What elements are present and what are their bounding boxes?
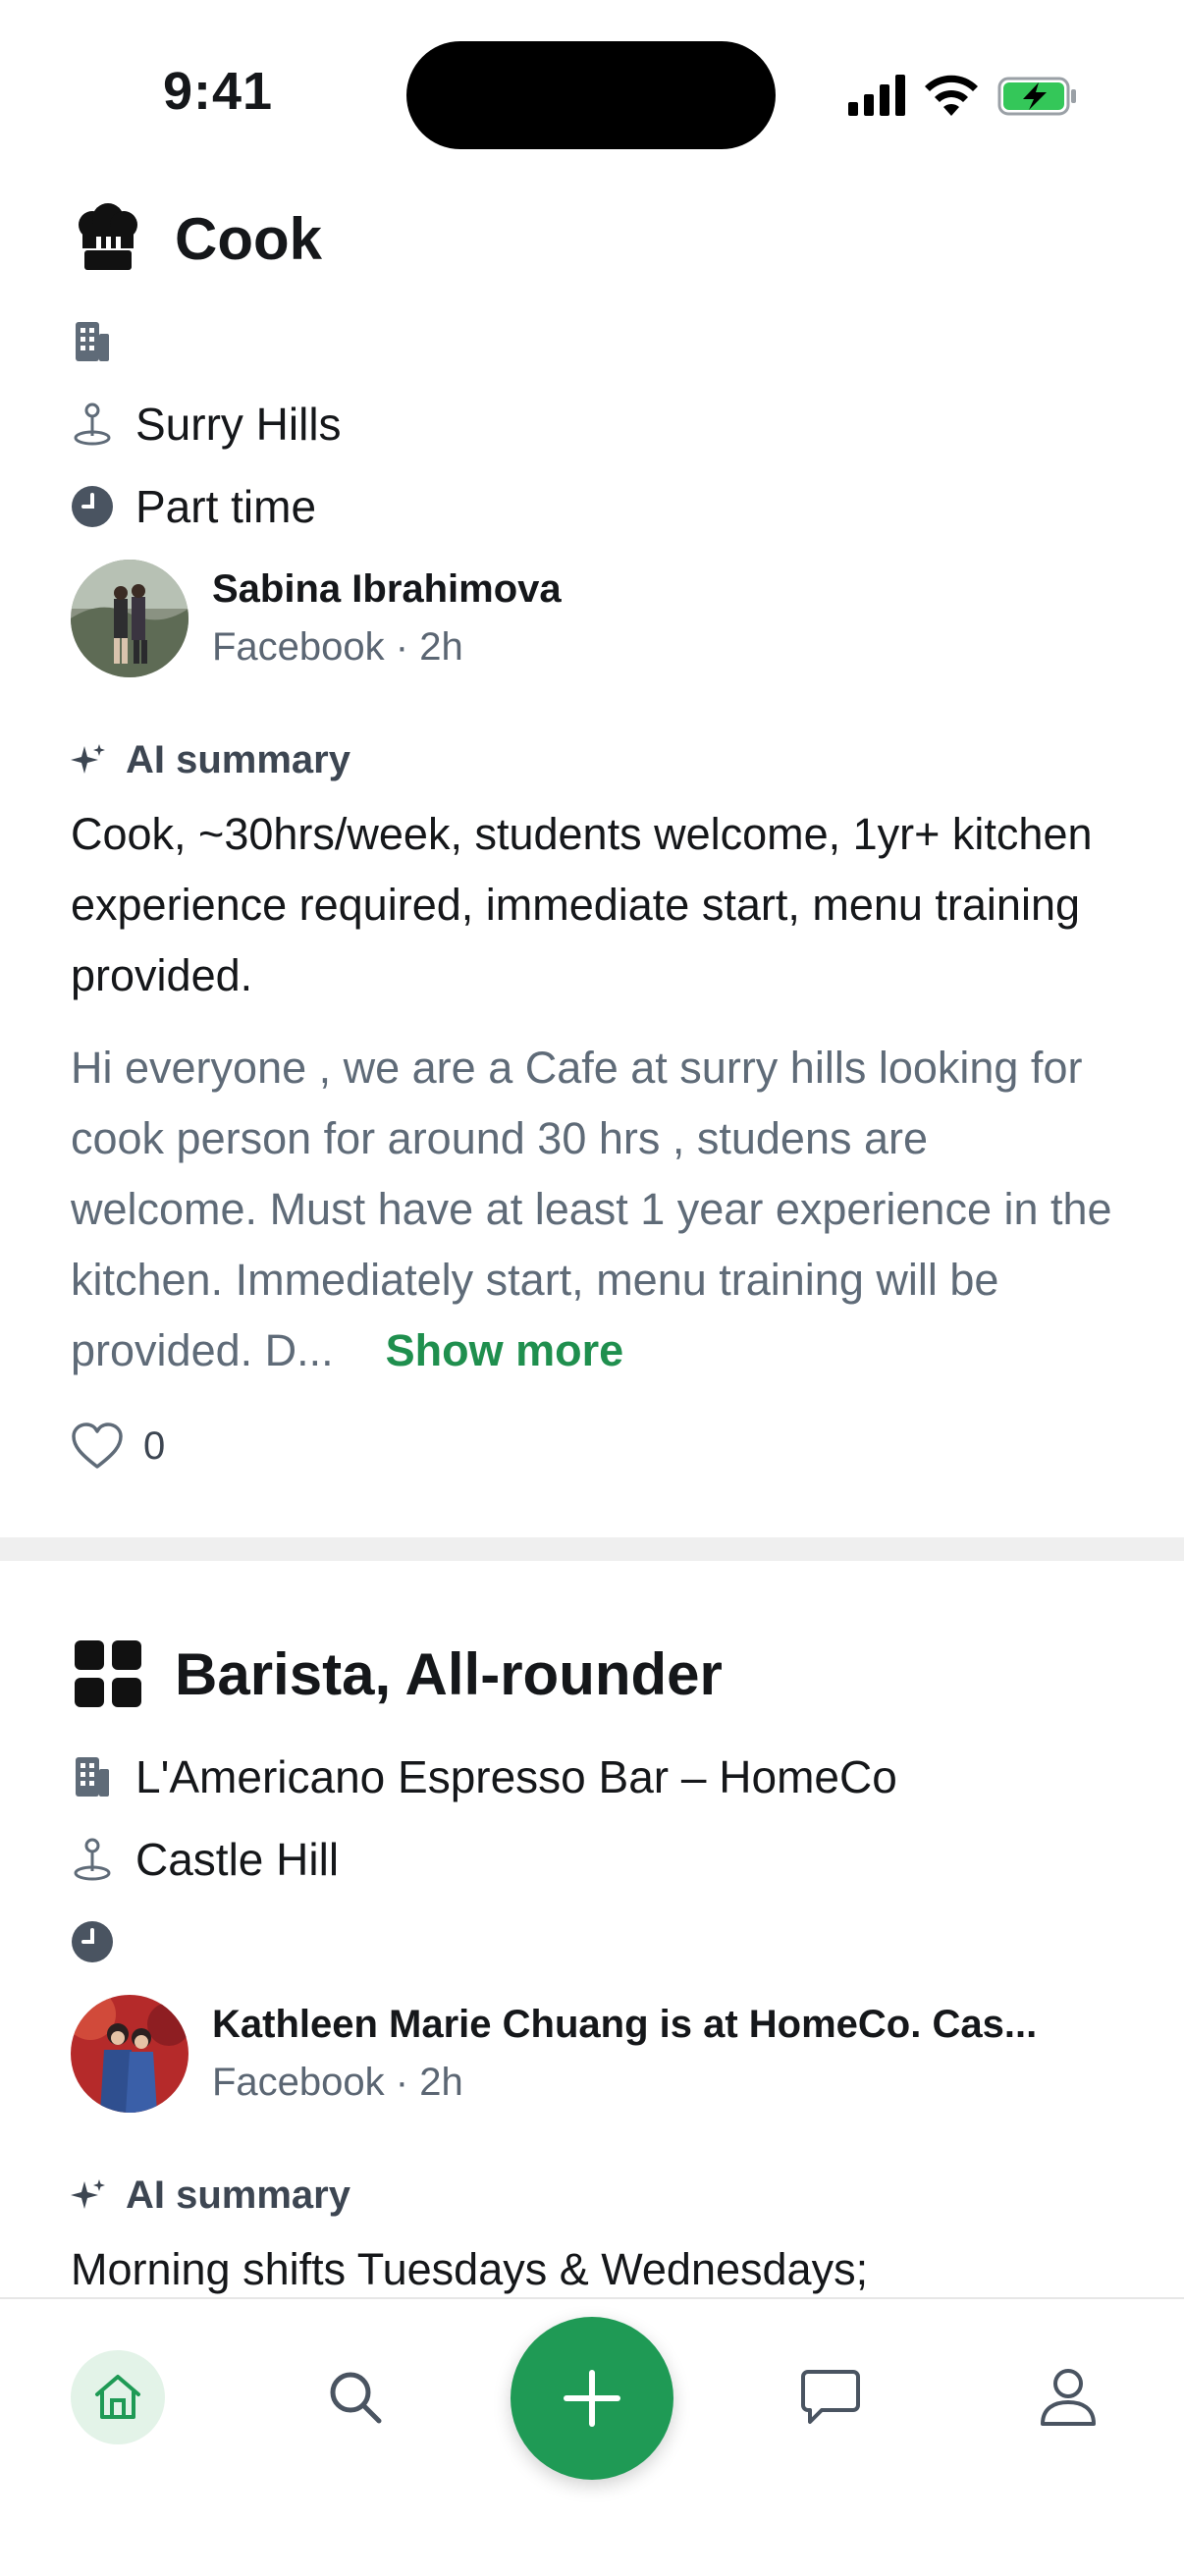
company-row [71, 300, 1113, 383]
location-text: Surry Hills [135, 399, 342, 450]
building-icon [71, 1755, 114, 1798]
plus-icon [564, 2370, 620, 2427]
dynamic-island [406, 41, 776, 149]
author-row[interactable]: Sabina Ibrahimova Facebook · 2h [71, 558, 1113, 679]
ai-summary-label: AI summary [126, 737, 350, 781]
home-icon [95, 2375, 140, 2419]
like-row: 0 [71, 1412, 1113, 1480]
status-bar: 9:41 [0, 0, 1184, 177]
post-body: Hi everyone , we are a Cafe at surry hil… [71, 1033, 1113, 1386]
author-name[interactable]: Sabina Ibrahimova [212, 567, 562, 612]
job-type-text: Part time [135, 481, 317, 532]
ai-summary-label: AI summary [126, 2173, 350, 2217]
location-row: Castle Hill [71, 1818, 1113, 1901]
job-feed[interactable]: Cook Surry Hills Part time Sabina Ibrahi… [0, 177, 1184, 2297]
nav-search-button[interactable] [308, 2350, 403, 2444]
chef-hat-icon [71, 201, 145, 276]
ai-summary-text: Morning shifts Tuesdays & Wednesdays; [71, 2244, 869, 2294]
wifi-icon [925, 75, 978, 116]
clock-icon [71, 485, 114, 528]
job-type-row: Part time [71, 465, 1113, 548]
ai-summary-text: Cook, ~30hrs/week, students welcome, 1yr… [71, 809, 1093, 1000]
company-name: L'Americano Espresso Bar – HomeCo [135, 1751, 897, 1802]
ai-summary-header: AI summary [71, 730, 1113, 789]
bottom-navigation [0, 2297, 1184, 2576]
avatar[interactable] [71, 1995, 188, 2113]
sparkle-icon [71, 2179, 105, 2209]
location-pin-icon [71, 402, 114, 446]
show-more-link[interactable]: Show more [386, 1325, 624, 1375]
job-title[interactable]: Barista, All-rounder [175, 1640, 723, 1708]
add-post-button[interactable] [511, 2317, 673, 2480]
post-source: Facebook · 2h [212, 2061, 463, 2104]
job-post[interactable]: Barista, All-rounder L'Americano Espress… [0, 1612, 1184, 2297]
building-icon [71, 320, 114, 363]
sparkle-icon [71, 744, 105, 774]
author-row[interactable]: Kathleen Marie Chuang is at HomeCo. Cas.… [71, 1993, 1113, 2115]
nav-messages-button[interactable] [783, 2350, 878, 2444]
nav-profile-button[interactable] [1021, 2350, 1115, 2444]
cellular-signal-icon [848, 75, 905, 116]
location-text: Castle Hill [135, 1834, 340, 1885]
post-source: Facebook · 2h [212, 625, 463, 669]
author-name[interactable]: Kathleen Marie Chuang is at HomeCo. Cas.… [212, 2003, 1037, 2047]
job-type-row [71, 1901, 1113, 1983]
search-icon [330, 2372, 382, 2424]
like-count: 0 [143, 1423, 166, 1468]
chat-bubble-icon [801, 2370, 860, 2424]
company-row: L'Americano Espresso Bar – HomeCo [71, 1736, 1113, 1818]
nav-home-button[interactable] [71, 2350, 165, 2444]
clock-icon [71, 1920, 114, 1963]
post-divider [0, 1537, 1184, 1561]
location-pin-icon [71, 1838, 114, 1881]
battery-charging-icon [997, 77, 1076, 116]
location-row: Surry Hills [71, 383, 1113, 465]
user-icon [1041, 2369, 1096, 2426]
status-time: 9:41 [163, 62, 274, 121]
heart-icon[interactable] [71, 1422, 124, 1471]
ai-summary-header: AI summary [71, 2166, 1113, 2225]
job-post[interactable]: Cook Surry Hills Part time Sabina Ibrahi… [0, 177, 1184, 1480]
category-grid-icon [71, 1637, 145, 1711]
job-title[interactable]: Cook [175, 205, 322, 273]
avatar[interactable] [71, 560, 188, 677]
